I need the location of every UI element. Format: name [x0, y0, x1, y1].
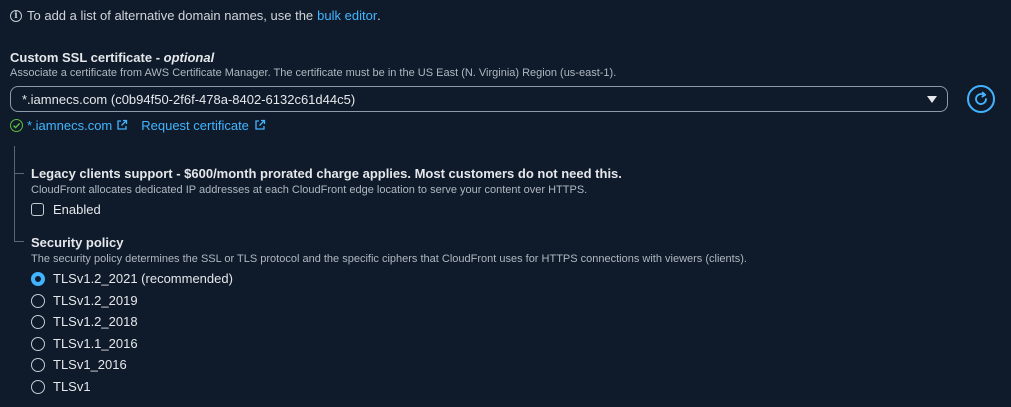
option-label: TLSv1.2_2019	[53, 293, 138, 308]
info-suffix: .	[377, 8, 381, 23]
ssl-settings-panel: i To add a list of alternative domain na…	[0, 0, 1011, 407]
info-icon: i	[10, 9, 22, 22]
tree-connector	[14, 174, 15, 241]
legacy-clients-label: Legacy clients support - $600/month pror…	[31, 166, 622, 181]
bulk-editor-link[interactable]: bulk editor	[317, 8, 377, 23]
tree-connector	[14, 146, 15, 174]
security-policy-label: Security policy	[31, 235, 124, 250]
radio-button[interactable]	[31, 314, 45, 329]
radio-button[interactable]	[31, 271, 45, 286]
external-link-icon	[117, 119, 128, 130]
external-link-icon	[255, 119, 266, 130]
request-certificate-text: Request certificate	[141, 118, 249, 133]
caret-down-icon	[927, 96, 937, 103]
ssl-certificate-select[interactable]: *.iamnecs.com (c0b94f50-2f6f-478a-8402-6…	[10, 86, 948, 112]
option-label: TLSv1.2_2018	[53, 314, 138, 329]
security-policy-option[interactable]: TLSv1.1_2016	[31, 336, 138, 351]
ssl-certificate-description: Associate a certificate from AWS Certifi…	[10, 67, 617, 79]
check-circle-icon	[10, 119, 23, 132]
option-label: TLSv1	[53, 379, 91, 394]
alternate-domain-info: i To add a list of alternative domain na…	[10, 8, 381, 23]
security-policy-option[interactable]: TLSv1	[31, 379, 91, 394]
radio-button[interactable]	[31, 293, 45, 308]
legacy-enabled-option[interactable]: Enabled	[31, 202, 101, 217]
optional-tag: optional	[163, 50, 215, 65]
legacy-enabled-label: Enabled	[53, 202, 101, 217]
certificate-link[interactable]: *.iamnecs.com	[27, 118, 128, 133]
refresh-button[interactable]	[967, 85, 995, 113]
ssl-label-text: Custom SSL certificate -	[10, 50, 164, 65]
legacy-clients-description: CloudFront allocates dedicated IP addres…	[31, 184, 588, 196]
option-label: TLSv1.2_2021 (recommended)	[53, 271, 233, 286]
tree-connector	[14, 173, 24, 174]
radio-button[interactable]	[31, 336, 45, 351]
certificate-links-row: *.iamnecs.com Request certificate	[10, 118, 266, 133]
security-policy-option[interactable]: TLSv1.2_2019	[31, 293, 138, 308]
radio-button[interactable]	[31, 379, 45, 394]
radio-button[interactable]	[31, 357, 45, 372]
option-label: TLSv1_2016	[53, 357, 127, 372]
legacy-enabled-checkbox[interactable]	[31, 203, 44, 216]
ssl-certificate-label: Custom SSL certificate - optional	[10, 50, 214, 65]
option-label: TLSv1.1_2016	[53, 336, 138, 351]
refresh-icon	[975, 91, 987, 105]
ssl-selected-value: *.iamnecs.com (c0b94f50-2f6f-478a-8402-6…	[22, 91, 356, 107]
security-policy-description: The security policy determines the SSL o…	[31, 253, 747, 265]
info-text: To add a list of alternative domain name…	[27, 8, 314, 23]
security-policy-option[interactable]: TLSv1.2_2021 (recommended)	[31, 271, 233, 286]
security-policy-option[interactable]: TLSv1_2016	[31, 357, 127, 372]
security-policy-option[interactable]: TLSv1.2_2018	[31, 314, 138, 329]
certificate-link-text: *.iamnecs.com	[27, 118, 113, 133]
tree-connector	[14, 241, 24, 242]
request-certificate-link[interactable]: Request certificate	[141, 118, 266, 133]
